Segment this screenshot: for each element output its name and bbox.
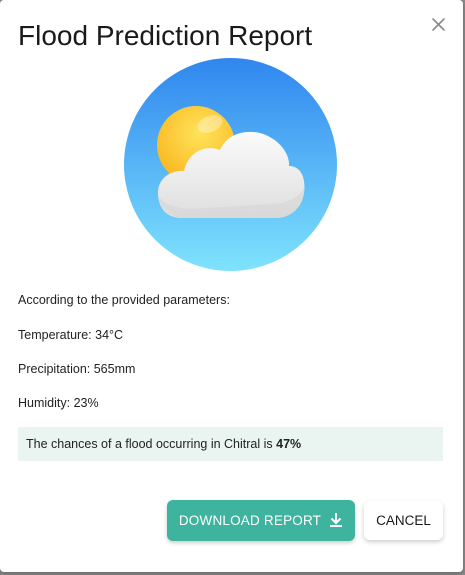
flood-chance-text: The chances of a flood occurring in Chit…	[26, 437, 277, 451]
flood-report-dialog: Flood Prediction Report According to the…	[0, 0, 463, 572]
download-report-label: DOWNLOAD REPORT	[178, 513, 322, 528]
download-icon	[330, 513, 343, 527]
flood-chance-percentage: 47%	[276, 437, 302, 451]
partly-cloudy-icon	[124, 58, 337, 271]
dialog-title: Flood Prediction Report	[18, 20, 313, 51]
temperature-value: Temperature: 34°C	[18, 328, 124, 342]
precipitation-value: Precipitation: 565mm	[18, 362, 136, 376]
humidity-value: Humidity: 23%	[18, 396, 99, 410]
cancel-button[interactable]: CANCEL	[364, 501, 443, 540]
flood-chance-result: The chances of a flood occurring in Chit…	[18, 427, 443, 461]
close-icon[interactable]	[428, 14, 450, 36]
download-report-button[interactable]: DOWNLOAD REPORT	[167, 500, 355, 541]
report-intro: According to the provided parameters:	[18, 293, 230, 307]
cancel-label: CANCEL	[376, 513, 431, 528]
